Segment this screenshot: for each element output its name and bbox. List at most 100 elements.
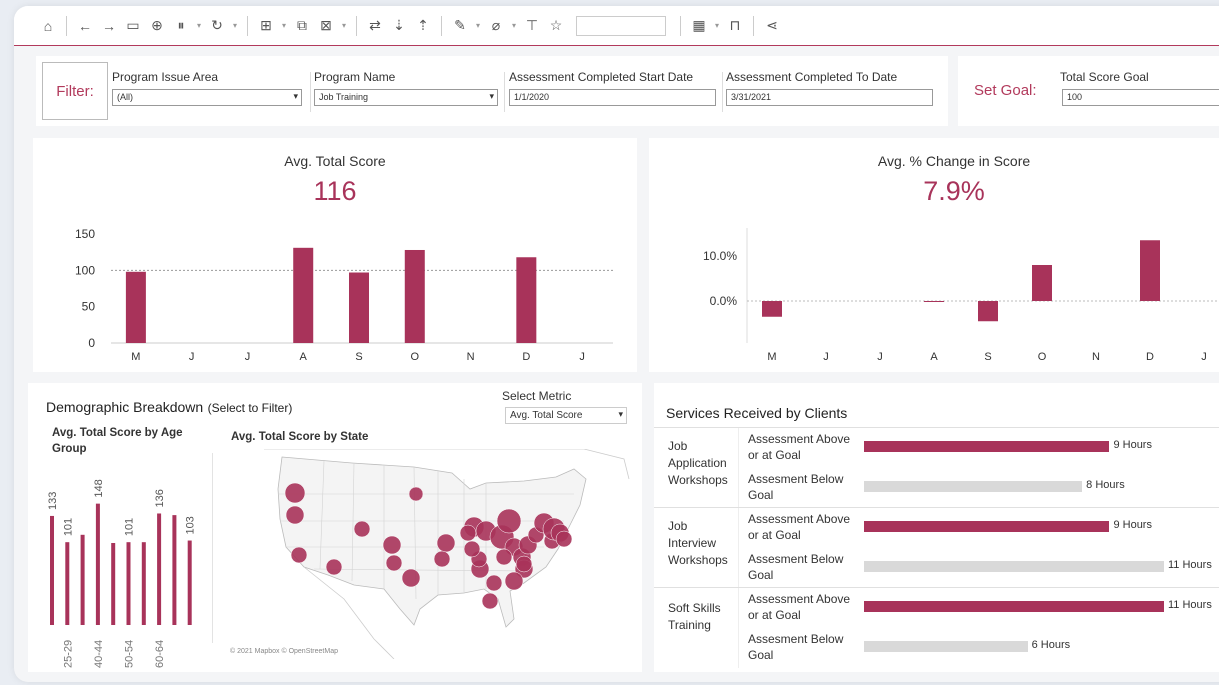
state-score-marker xyxy=(485,574,503,592)
y-tick-label: 10.0% xyxy=(703,249,737,263)
state-score-marker xyxy=(504,571,524,591)
service-group-divider xyxy=(738,508,739,588)
state-map[interactable] xyxy=(224,449,634,659)
pause-icon[interactable]: ⏸ xyxy=(169,14,193,38)
program-name-label: Program Name xyxy=(314,70,396,84)
dropdown-icon[interactable]: ▾ xyxy=(193,14,205,38)
filter-label-box: Filter: xyxy=(42,62,108,120)
start-date-input[interactable]: 1/1/2020 xyxy=(509,89,716,106)
service-row-label: Assesment Below Goal xyxy=(748,552,844,582)
swap-icon[interactable]: ⇄ xyxy=(363,14,387,38)
dropdown-icon[interactable]: ▾ xyxy=(338,14,350,38)
show-me-icon[interactable]: ▦ xyxy=(687,14,711,38)
dropdown-icon[interactable]: ▾ xyxy=(508,14,520,38)
new-datasource-icon[interactable]: ⊕ xyxy=(145,14,169,38)
service-row-label: Assessment Above or at Goal xyxy=(748,432,851,462)
highlight-icon[interactable]: ✎ xyxy=(448,14,472,38)
filter-divider xyxy=(310,72,311,112)
service-bar-value: 11 Hours xyxy=(1168,559,1212,571)
pct-change-bar xyxy=(1140,240,1160,301)
program-issue-area-value: (All) xyxy=(117,92,133,102)
score-bar xyxy=(293,247,314,343)
chevron-down-icon: ▾ xyxy=(489,91,494,101)
duplicate-icon[interactable]: ⧉ xyxy=(290,14,314,38)
program-name-select[interactable]: Job Training ▾ xyxy=(314,89,498,106)
presentation-icon[interactable]: ⊓ xyxy=(723,14,747,38)
program-issue-area-label: Program Issue Area xyxy=(112,70,219,84)
set-goal-label: Set Goal: xyxy=(974,82,1037,99)
state-score-marker xyxy=(459,524,477,542)
chevron-down-icon: ▾ xyxy=(293,91,298,101)
back-icon[interactable]: ← xyxy=(73,14,97,38)
x-tick-label: N xyxy=(467,351,475,363)
service-row-label: Assessment Above or at Goal xyxy=(748,592,851,622)
toolbar-divider xyxy=(441,15,442,36)
dropdown-icon[interactable]: ▾ xyxy=(278,14,290,38)
age-bar xyxy=(65,542,70,625)
state-score-marker xyxy=(401,568,421,588)
services-panel: Services Received by Clients Job Applica… xyxy=(654,383,1219,672)
service-row-label: Assesment Below Goal xyxy=(748,632,844,662)
home-icon[interactable]: ⌂ xyxy=(36,14,60,38)
age-bar xyxy=(172,515,177,625)
avg-total-score-chart: 150 100 50 0 M J J A S O N D J xyxy=(75,227,613,363)
state-score-marker xyxy=(555,530,573,548)
x-tick-label: O xyxy=(410,351,419,363)
dropdown-icon[interactable]: ▾ xyxy=(711,14,723,38)
x-tick-label: J xyxy=(189,351,195,363)
new-worksheet-icon[interactable]: ⊞ xyxy=(254,14,278,38)
age-value-label: 103 xyxy=(185,516,197,534)
dropdown-icon[interactable]: ▾ xyxy=(472,14,484,38)
service-bar[interactable] xyxy=(864,481,1083,492)
service-bar-value: 6 Hours xyxy=(1031,639,1071,651)
share-icon[interactable]: ⋖ xyxy=(760,14,784,38)
state-score-marker xyxy=(436,533,456,553)
save-icon[interactable]: ▭ xyxy=(121,14,145,38)
service-bar[interactable] xyxy=(864,601,1164,612)
refresh-icon[interactable]: ↻ xyxy=(205,14,229,38)
sort-desc-icon[interactable]: ⇡ xyxy=(411,14,435,38)
fit-select[interactable] xyxy=(576,15,666,36)
service-row-label: Assesment Below Goal xyxy=(748,472,844,502)
service-bar[interactable] xyxy=(864,521,1110,532)
service-bar[interactable] xyxy=(864,561,1164,572)
demographic-title: Demographic Breakdown xyxy=(46,399,204,415)
sort-asc-icon[interactable]: ⇣ xyxy=(387,14,411,38)
service-row-label: Assessment Above or at Goal xyxy=(748,512,851,542)
total-score-goal-input[interactable]: 100 xyxy=(1062,89,1219,106)
x-tick-label: D xyxy=(1146,351,1154,363)
end-date-input[interactable]: 3/31/2021 xyxy=(726,89,933,106)
service-group-label: Soft Skills Training xyxy=(668,601,721,632)
label-icon[interactable]: ⊤ xyxy=(520,14,544,38)
service-bar[interactable] xyxy=(864,441,1110,452)
age-value-label: 101 xyxy=(124,518,136,536)
filter-divider xyxy=(722,72,723,112)
forward-icon[interactable]: → xyxy=(97,14,121,38)
program-issue-area-select[interactable]: (All) ▾ xyxy=(112,89,302,106)
x-tick-label: S xyxy=(355,351,362,363)
x-tick-label: N xyxy=(1092,351,1100,363)
score-bar xyxy=(516,257,537,343)
toolbar-divider xyxy=(66,15,67,36)
dropdown-icon[interactable]: ▾ xyxy=(229,14,241,38)
pin-icon[interactable]: ☆ xyxy=(544,14,568,38)
group-icon[interactable]: ⌀ xyxy=(484,14,508,38)
age-group-chart[interactable]: 13310114810113610325-29 40-44 50-54 60-64 xyxy=(28,461,208,671)
service-group: Soft Skills Training Assessment Above or … xyxy=(654,587,1219,668)
age-tick-label: 25-29 xyxy=(62,640,74,668)
toolbar: ⌂ ← → ▭ ⊕ ⏸ ▾ ↻ ▾ ⊞ ▾ ⧉ ⊠ ▾ ⇄ ⇣ ⇡ ✎ ▾ ⌀ … xyxy=(14,6,1219,46)
service-bar-value: 11 Hours xyxy=(1168,599,1212,611)
state-score-marker xyxy=(385,554,403,572)
age-value-label: 133 xyxy=(47,492,59,510)
select-metric-dropdown[interactable]: Avg. Total Score ▾ xyxy=(505,407,627,424)
clear-icon[interactable]: ⊠ xyxy=(314,14,338,38)
service-bar-value: 9 Hours xyxy=(1113,519,1152,531)
service-bar-value: 8 Hours xyxy=(1086,479,1125,491)
service-bar[interactable] xyxy=(864,641,1028,652)
dashboard-window: ⌂ ← → ▭ ⊕ ⏸ ▾ ↻ ▾ ⊞ ▾ ⧉ ⊠ ▾ ⇄ ⇣ ⇡ ✎ ▾ ⌀ … xyxy=(14,6,1219,682)
state-score-marker xyxy=(515,555,533,573)
end-date-label: Assessment Completed To Date xyxy=(726,70,898,84)
score-bar xyxy=(404,249,425,343)
y-tick-label: 150 xyxy=(75,227,95,241)
goal-panel: Set Goal: Total Score Goal 100 xyxy=(958,56,1219,126)
